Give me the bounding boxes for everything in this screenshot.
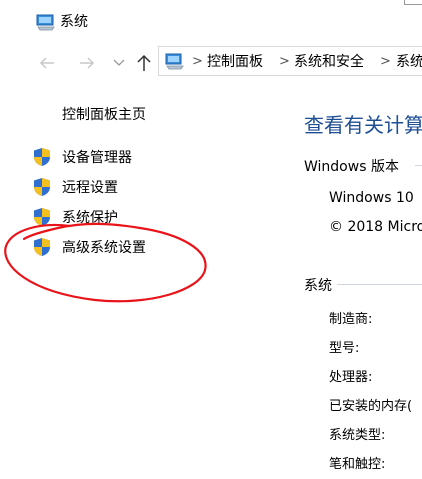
control-panel-icon <box>164 52 186 70</box>
breadcrumb-separator: > <box>192 54 203 69</box>
windows-edition-value: Windows 10 <box>329 190 414 206</box>
sidebar-link-device-manager[interactable]: 设备管理器 <box>62 149 132 167</box>
up-button[interactable] <box>133 52 155 74</box>
row-label-installed-memory: 已安装的内存( <box>329 399 413 414</box>
system-section-title: 系统 <box>304 278 332 294</box>
sidebar-link-remote-settings[interactable]: 远程设置 <box>62 179 118 197</box>
window-title: 系统 <box>60 14 88 30</box>
section-divider <box>337 284 422 285</box>
row-label-system-type: 系统类型: <box>329 428 386 443</box>
window-control-fragment[interactable] <box>404 0 422 5</box>
breadcrumb-system[interactable]: 系统 <box>396 53 422 71</box>
copyright-text: © 2018 Micro <box>329 219 422 235</box>
recent-locations-button[interactable] <box>108 52 130 74</box>
arrow-up-icon <box>137 54 151 72</box>
section-divider <box>415 165 422 166</box>
arrow-right-icon <box>79 56 95 70</box>
breadcrumb-control-panel[interactable]: 控制面板 <box>207 53 263 71</box>
back-button[interactable] <box>36 52 58 74</box>
row-label-model: 型号: <box>329 341 360 356</box>
system-computer-icon <box>36 13 56 31</box>
annotation-circle <box>0 208 215 308</box>
forward-button[interactable] <box>76 52 98 74</box>
arrow-left-icon <box>39 56 55 70</box>
row-label-pen-touch: 笔和触控: <box>329 457 386 472</box>
uac-shield-icon <box>33 177 51 197</box>
page-heading: 查看有关计算 <box>304 113 422 137</box>
uac-shield-icon <box>33 147 51 167</box>
control-panel-home-link[interactable]: 控制面板主页 <box>62 104 146 124</box>
breadcrumb-separator: > <box>279 54 290 69</box>
row-label-processor: 处理器: <box>329 370 373 385</box>
row-label-manufacturer: 制造商: <box>329 312 373 327</box>
edition-section-title: Windows 版本 <box>304 159 399 175</box>
breadcrumb-system-security[interactable]: 系统和安全 <box>294 53 364 71</box>
chevron-down-icon <box>113 59 125 67</box>
breadcrumb-separator: > <box>380 54 391 69</box>
